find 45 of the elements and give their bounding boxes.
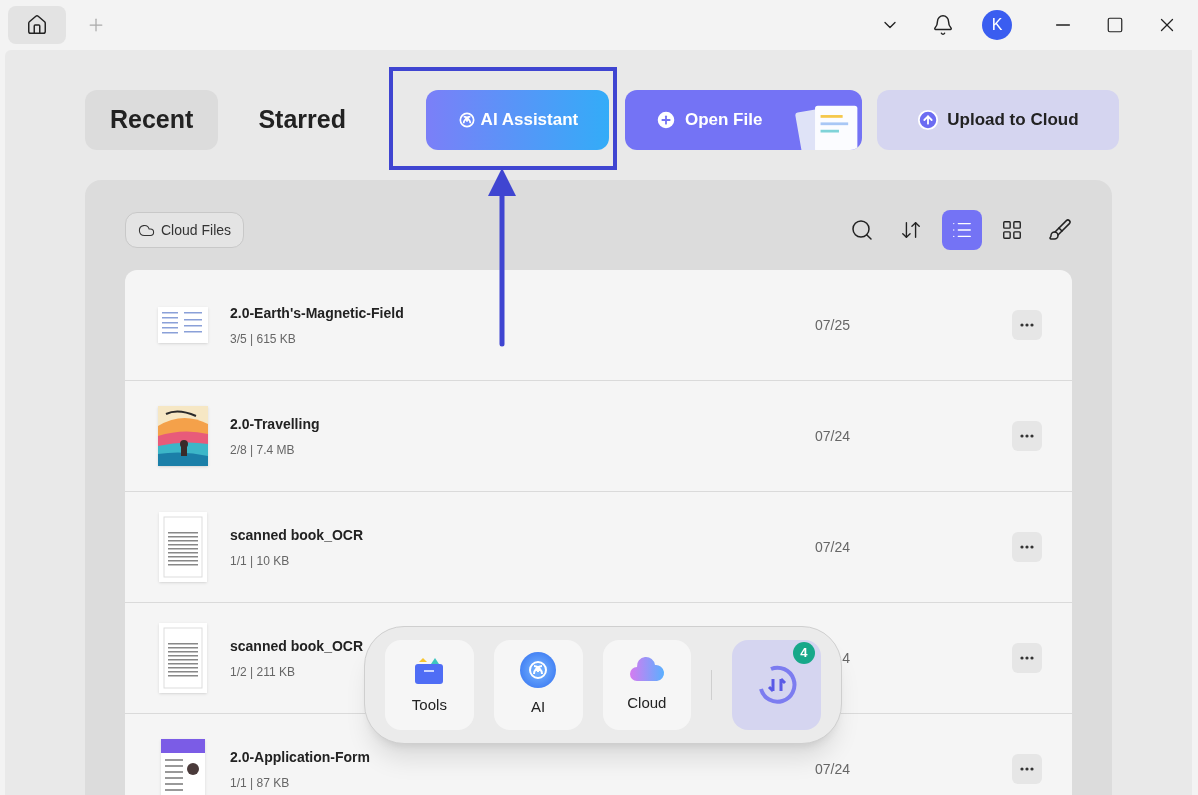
file-name[interactable]: 2.0-Earth's-Magnetic-Field bbox=[230, 302, 404, 324]
tab[interactable]: Starred bbox=[233, 90, 371, 150]
dock-button[interactable]: AI bbox=[493, 640, 583, 730]
cloud-files-button[interactable]: Cloud Files bbox=[125, 212, 245, 248]
file-name[interactable]: 2.0-Application-Form bbox=[230, 746, 370, 768]
document-thumbnail bbox=[158, 512, 207, 582]
file-date: 07/25 bbox=[814, 315, 850, 335]
clean-icon[interactable] bbox=[1048, 218, 1072, 242]
file-info: 1/2 | 211 KB bbox=[230, 663, 295, 681]
home-icon bbox=[26, 14, 48, 36]
maximize-icon[interactable] bbox=[1106, 16, 1124, 34]
file-name[interactable]: scanned book_OCR bbox=[230, 635, 364, 657]
file-info: 3/5 | 615 KB bbox=[230, 330, 296, 348]
file-name[interactable]: 2.0-Travelling bbox=[230, 413, 320, 435]
document-thumbnail bbox=[157, 307, 208, 343]
cloud-icon bbox=[628, 655, 665, 684]
more-icon bbox=[1020, 434, 1034, 438]
tab[interactable]: Recent bbox=[85, 90, 219, 150]
file-date: 4 bbox=[842, 648, 850, 668]
count-badge: 4 bbox=[793, 642, 815, 664]
more-icon bbox=[1020, 323, 1034, 327]
notification-icon[interactable] bbox=[932, 14, 954, 36]
dock-button[interactable]: Tools bbox=[385, 640, 474, 730]
upload-to-cloud-button[interactable]: Upload to Cloud bbox=[876, 90, 1119, 150]
more-icon bbox=[1020, 767, 1034, 771]
file-info: 2/8 | 7.4 MB bbox=[230, 441, 295, 459]
file-date: 07/24 bbox=[814, 537, 850, 557]
file-name[interactable]: scanned book_OCR bbox=[230, 524, 364, 546]
user-avatar[interactable]: K bbox=[982, 10, 1012, 40]
grid-icon bbox=[1001, 219, 1023, 241]
open-file-button[interactable]: Open File bbox=[624, 90, 862, 150]
dock-button[interactable]: Cloud bbox=[602, 640, 692, 730]
file-date: 07/24 bbox=[814, 426, 850, 446]
more-icon bbox=[1020, 656, 1034, 660]
file-info: 1/1 | 87 KB bbox=[230, 774, 290, 792]
more-icon bbox=[1020, 545, 1034, 549]
plus-icon bbox=[654, 109, 677, 131]
list-view-button[interactable] bbox=[942, 210, 982, 250]
file-date: 07/24 bbox=[814, 759, 850, 779]
sort-icon[interactable] bbox=[900, 219, 922, 241]
document-thumbnail bbox=[158, 623, 207, 693]
search-icon[interactable] bbox=[850, 218, 874, 242]
upload-icon bbox=[917, 109, 940, 131]
file-info: 1/1 | 10 KB bbox=[230, 552, 290, 570]
home-tab[interactable] bbox=[8, 6, 66, 44]
